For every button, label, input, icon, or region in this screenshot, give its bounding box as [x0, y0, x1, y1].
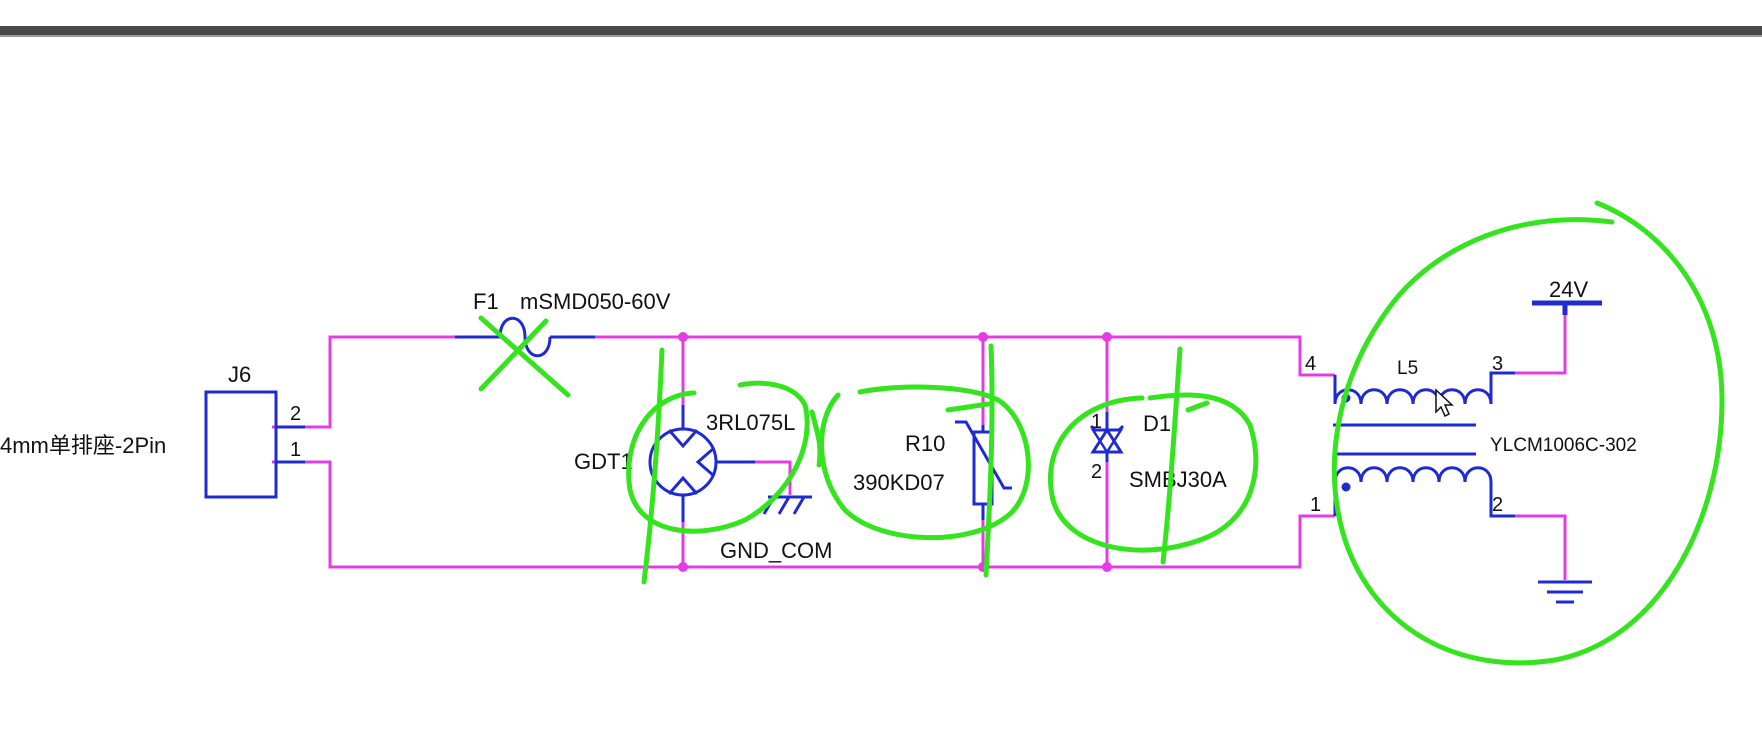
wire-top-rail: [595, 335, 1335, 377]
fuse-value: mSMD050-60V: [520, 289, 671, 314]
tvs-pin1-label: 1: [1091, 411, 1102, 433]
ground-hatch: [777, 496, 791, 515]
wire-gdt-gnd: [755, 460, 792, 495]
tvs-triangle: [1090, 427, 1124, 454]
choke-pin3-label: 3: [1492, 353, 1503, 375]
markup-loop-choke: [1331, 200, 1725, 666]
markup-strike-tvs: [1160, 346, 1183, 565]
fuse-f1[interactable]: [455, 316, 595, 358]
choke-polarity-dot: [1341, 482, 1351, 492]
ground-earth: [1538, 580, 1592, 604]
junction-dot: [1102, 332, 1112, 342]
ground-hatch: [792, 496, 806, 515]
gdt-arrow-bottom: [667, 475, 699, 495]
fuse-ref: F1: [473, 289, 499, 314]
junction-dot: [978, 332, 988, 342]
choke-winding-bottom: [1333, 466, 1493, 483]
markup-strike-varistor-left: [809, 409, 823, 468]
choke-pin4-label: 4: [1305, 353, 1316, 375]
varistor-ref: R10: [905, 431, 945, 456]
schematic-canvas: J6 4mm单排座-2Pin 2 1 F1 mSMD050-60V GDT1 3…: [0, 0, 1762, 745]
junction-dot: [1102, 562, 1112, 572]
gdt-ref: GDT1: [574, 449, 633, 474]
choke-pin2-label: 2: [1492, 494, 1503, 516]
choke-ref: L5: [1397, 358, 1418, 379]
gdt-arrow-right: [695, 446, 715, 478]
tvs-pin2-label: 2: [1091, 461, 1102, 483]
window-top-bar-shadow: [0, 35, 1762, 37]
choke-value: YLCM1006C-302: [1490, 435, 1637, 456]
connector-value: 4mm单排座-2Pin: [0, 433, 166, 458]
window-top-bar: [0, 26, 1762, 35]
gdt-value: 3RL075L: [706, 410, 795, 435]
power-label: 24V: [1549, 277, 1588, 302]
connector-ref: J6: [228, 362, 251, 387]
wire-choke-pin2: [1515, 514, 1567, 580]
schematic-svg: J6 4mm单排座-2Pin 2 1 F1 mSMD050-60V GDT1 3…: [0, 26, 1762, 666]
tvs-value: SMBJ30A: [1129, 467, 1227, 492]
markup-tick-tvs: [1185, 400, 1210, 413]
varistor-value: 390KD07: [853, 470, 945, 495]
power-port-24v: [1532, 300, 1602, 315]
tvs-ref: D1: [1143, 411, 1171, 436]
junction-dot: [678, 562, 688, 572]
markup-loop-varistor: [819, 384, 1031, 541]
choke-pin1-label: 1: [1310, 494, 1321, 516]
choke-pin3-lead: [1489, 371, 1515, 404]
varistor-r10[interactable]: [955, 420, 1012, 520]
gdt-arrow-top: [667, 429, 699, 449]
choke-l5[interactable]: [1333, 371, 1515, 518]
connector-pin1-label: 1: [290, 439, 301, 461]
connector-body: [204, 390, 278, 499]
wire-choke-pin3: [1515, 315, 1567, 375]
gdt-body: [648, 427, 718, 497]
choke-winding-top: [1333, 388, 1493, 405]
tvs-triangle-2: [1090, 428, 1124, 455]
junction-dot: [678, 332, 688, 342]
markup-strike-gdt: [641, 347, 665, 585]
ground-label: GND_COM: [720, 538, 832, 563]
connector-pin2-label: 2: [290, 403, 301, 425]
